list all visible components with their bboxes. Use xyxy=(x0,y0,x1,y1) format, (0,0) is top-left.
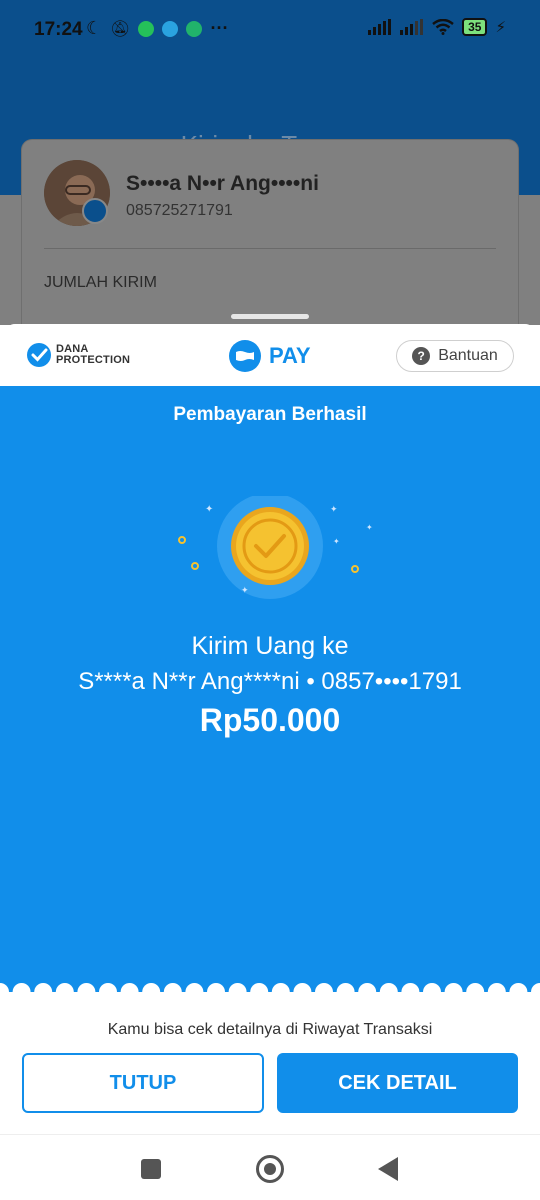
dana-badge-icon xyxy=(82,198,108,224)
notification-icons: ☾ 🔕︎ ··· xyxy=(86,18,228,39)
recipient-card: S••••a N••r Ang••••ni 085725271791 JUMLA… xyxy=(22,140,518,340)
more-notifications-icon: ··· xyxy=(210,18,229,38)
status-time: 17:24 xyxy=(34,19,83,40)
ticket-edge xyxy=(0,978,540,1002)
divider xyxy=(44,248,496,249)
sheet-drag-handle[interactable] xyxy=(231,314,309,319)
transfer-amount: Rp50.000 xyxy=(199,702,341,738)
sheet-top-bar: DANA PROTECTION PAY ? Bantuan xyxy=(0,324,540,386)
success-title: Pembayaran Berhasil xyxy=(173,404,367,425)
close-button[interactable]: TUTUP xyxy=(22,1053,264,1113)
recipient-phone: 085725271791 xyxy=(126,202,233,219)
recent-apps-icon[interactable] xyxy=(141,1159,161,1179)
status-bar: 17:24 ☾ 🔕︎ ··· 35 ⚡︎ xyxy=(0,0,540,60)
svg-text:✦: ✦ xyxy=(205,504,213,515)
success-panel: Pembayaran Berhasil ✦ ✦ ✦ ✦ ✦ ✦ Kirim Ua… xyxy=(0,386,540,998)
question-icon: ? xyxy=(412,347,431,365)
telegram-icon xyxy=(162,20,179,37)
success-illustration: ✦ ✦ ✦ ✦ ✦ ✦ xyxy=(0,486,540,616)
check-detail-button[interactable]: CEK DETAIL xyxy=(277,1053,518,1113)
protection-line-2: PROTECTION xyxy=(56,354,131,366)
dana-protection-logo: DANA PROTECTION xyxy=(26,342,130,368)
signal-2-icon xyxy=(400,19,424,35)
home-icon[interactable] xyxy=(256,1155,284,1183)
transfer-recipient: S****a N**r Ang****ni • 0857••••1791 xyxy=(78,668,462,695)
payment-result-sheet: DANA PROTECTION PAY ? Bantuan Pembayaran… xyxy=(0,324,540,1200)
back-icon[interactable] xyxy=(378,1157,398,1181)
svg-text:✦: ✦ xyxy=(330,504,338,514)
recipient-name: S••••a N••r Ang••••ni xyxy=(126,172,319,195)
battery-indicator: 35 xyxy=(462,18,488,36)
help-button[interactable]: ? Bantuan xyxy=(396,340,514,372)
dana-pay-logo: PAY xyxy=(229,340,311,372)
moon-icon: ☾ xyxy=(86,18,103,38)
pay-label: PAY xyxy=(269,343,311,368)
help-label: Bantuan xyxy=(438,347,498,364)
svg-text:✦: ✦ xyxy=(333,537,340,546)
system-icons: 35 ⚡︎ xyxy=(368,18,506,36)
dana-pay-icon xyxy=(229,340,261,372)
system-nav-bar xyxy=(0,1134,540,1200)
charging-icon: ⚡︎ xyxy=(495,19,506,36)
app-notification-icon xyxy=(186,20,203,37)
svg-text:✦: ✦ xyxy=(241,585,249,595)
dana-protection-check-icon xyxy=(27,343,51,367)
history-hint: Kamu bisa cek detailnya di Riwayat Trans… xyxy=(107,1021,433,1038)
amount-label: JUMLAH KIRIM xyxy=(44,274,157,291)
transfer-title: Kirim Uang ke xyxy=(191,632,349,660)
wifi-icon xyxy=(432,19,454,35)
mute-bell-icon: 🔕︎ xyxy=(110,20,131,38)
whatsapp-icon xyxy=(138,20,155,37)
svg-text:✦: ✦ xyxy=(366,523,373,532)
signal-icon xyxy=(368,19,392,35)
